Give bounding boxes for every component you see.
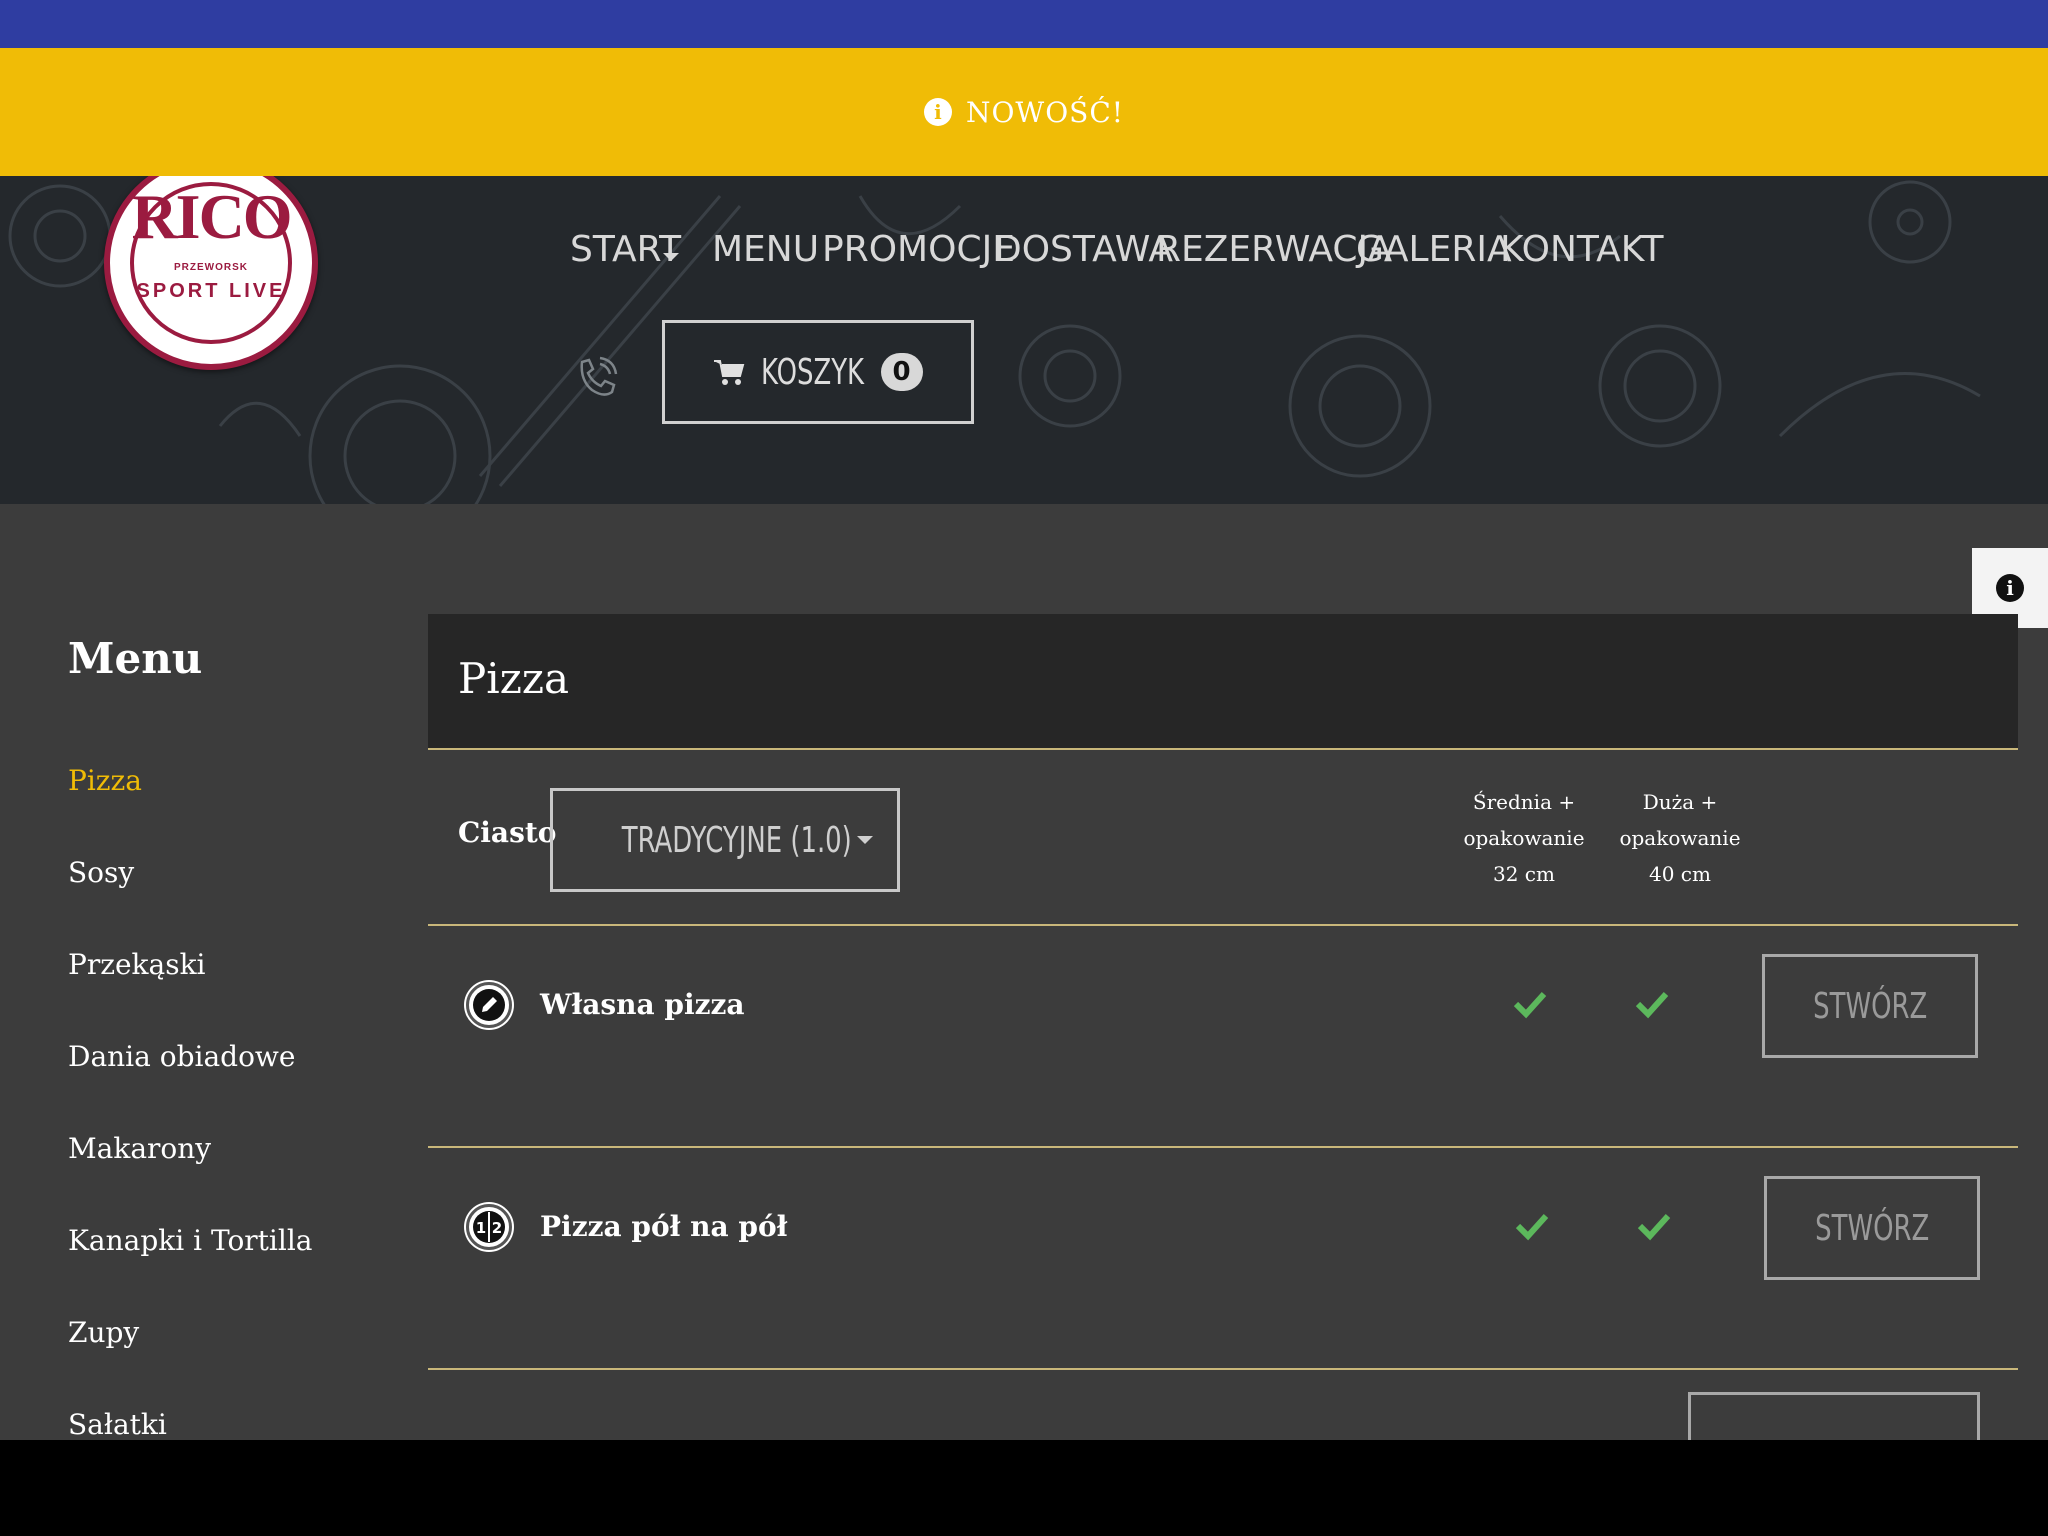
create-pizza-button[interactable]: STWÓRZ [1764, 1176, 1980, 1280]
notice-text: NOWOŚĆ! [965, 95, 1125, 129]
size-medium-line2: opakowanie [1463, 826, 1585, 850]
sidebar-item-przekaski[interactable]: Przekąski [68, 948, 206, 981]
nav-kontakt[interactable]: KONTAKT [1500, 228, 1664, 272]
size-large-line2: opakowanie [1619, 826, 1741, 850]
pizza-name: Własna pizza [540, 988, 745, 1021]
logo-tagline: SPORT LIVE [136, 280, 286, 302]
nav-kontakt-label: KONTAKT [1500, 229, 1664, 270]
chevron-down-icon [663, 252, 680, 261]
nav-promocje-label: PROMOCJE [822, 229, 1015, 270]
size-large-line3: 40 cm [1649, 862, 1711, 886]
phone-icon[interactable] [574, 356, 618, 400]
add-to-cart-button[interactable] [1688, 1392, 1980, 1440]
pizza-row-wlasna: Własna pizza STWÓRZ [428, 926, 2018, 1148]
cart-button[interactable]: KOSZYK 0 [662, 320, 974, 424]
size-column-medium: Średnia + opakowanie 32 cm [1444, 784, 1604, 892]
sidebar-item-makarony[interactable]: Makarony [68, 1132, 211, 1165]
svg-text:1: 1 [476, 1219, 486, 1237]
dough-select[interactable]: TRADYCYJNE (1.0) [550, 788, 900, 892]
sidebar-item-sosy[interactable]: Sosy [68, 856, 134, 889]
nav-galeria-label: GALERIA [1356, 229, 1512, 270]
pencil-icon [466, 982, 512, 1028]
logo-name: RICO [131, 181, 292, 252]
half-half-icon: 1 2 [466, 1204, 512, 1250]
cart-label: KOSZYK [761, 351, 865, 393]
check-icon [1635, 991, 1669, 1019]
pizza-name: Pizza pół na pół [540, 1210, 788, 1243]
size-large-line1: Duża + [1642, 790, 1718, 814]
sidebar-item-zupy[interactable]: Zupy [68, 1316, 139, 1349]
nav-dostawa-label: DOSTAWA [994, 229, 1174, 270]
nav-galeria[interactable]: GALERIA [1356, 228, 1512, 272]
site-header: RICO PRZEWORSK SPORT LIVE START MENU PRO… [0, 176, 2048, 504]
pizza-row-pol-na-pol: 1 2 Pizza pół na pół STWÓRZ [428, 1148, 2018, 1370]
sidebar-title: Menu [68, 634, 203, 683]
check-icon [1513, 991, 1547, 1019]
nav-rezerwacja[interactable]: REZERWACJA [1156, 228, 1392, 272]
dough-label: Ciasto [458, 816, 557, 849]
dough-row: Ciasto TRADYCYJNE (1.0) Średnia + opakow… [428, 750, 2018, 926]
info-icon: i [1996, 574, 2024, 602]
check-icon [1637, 1213, 1671, 1241]
sidebar-item-salatki[interactable]: Sałatki [68, 1408, 167, 1440]
nav-menu-label: MENU [712, 229, 820, 270]
main-content: i Menu Pizza Sosy Przekąski Dania obiado… [0, 504, 2048, 1440]
cart-count-badge: 0 [880, 353, 923, 391]
create-button-label: STWÓRZ [1814, 1207, 1930, 1249]
pizza-row-partial [428, 1392, 2018, 1440]
category-title: Pizza [458, 654, 569, 703]
create-button-label: STWÓRZ [1812, 985, 1928, 1027]
category-header: Pizza [428, 614, 2018, 750]
create-pizza-button[interactable]: STWÓRZ [1762, 954, 1978, 1058]
main-nav: START MENU PROMOCJE DOSTAWA REZERWACJA G… [570, 228, 1664, 272]
sidebar-item-dania-obiadowe[interactable]: Dania obiadowe [68, 1040, 295, 1073]
svg-text:2: 2 [492, 1219, 502, 1237]
nav-start-label: START [570, 229, 682, 270]
info-icon: i [923, 98, 952, 126]
logo-subtitle: PRZEWORSK [174, 262, 248, 273]
size-column-large: Duża + opakowanie 40 cm [1600, 784, 1760, 892]
nav-start[interactable]: START [570, 228, 712, 272]
dough-selected-value: TRADYCYJNE (1.0) [621, 819, 853, 861]
chevron-down-icon [856, 836, 873, 844]
nav-dostawa[interactable]: DOSTAWA [994, 228, 1173, 272]
sidebar-item-pizza[interactable]: Pizza [68, 764, 142, 797]
cart-icon [714, 360, 745, 385]
size-medium-line1: Średnia + [1472, 790, 1576, 814]
sidebar-item-kanapki[interactable]: Kanapki i Tortilla [68, 1224, 313, 1257]
size-medium-line3: 32 cm [1493, 862, 1555, 886]
check-icon [1515, 1213, 1549, 1241]
notice-bar[interactable]: i NOWOŚĆ! [0, 48, 2048, 176]
top-strip [0, 0, 2048, 48]
nav-menu[interactable]: MENU [712, 228, 822, 272]
nav-promocje[interactable]: PROMOCJE [822, 228, 1015, 272]
